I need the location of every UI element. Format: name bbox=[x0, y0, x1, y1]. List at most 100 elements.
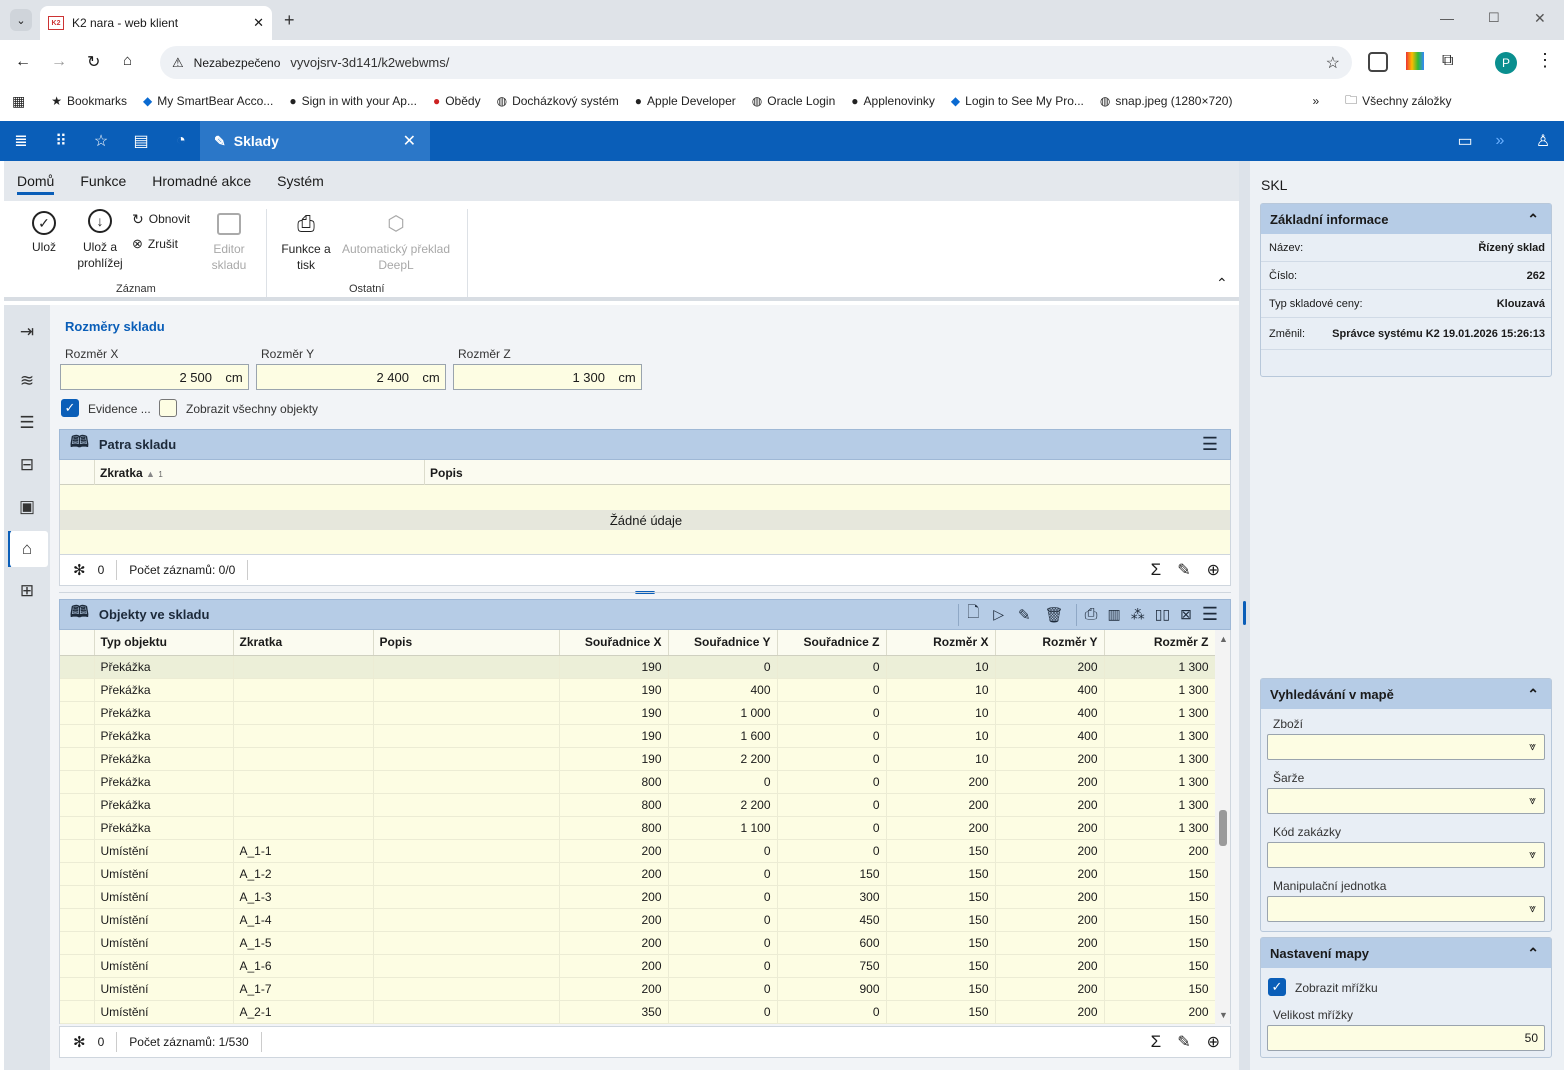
row-indicator[interactable] bbox=[60, 701, 95, 725]
bookmark-item[interactable]: ◆ My SmartBear Acco... bbox=[143, 94, 273, 108]
dropdown-icon[interactable]: ⩔ bbox=[1529, 901, 1536, 916]
apps-icon[interactable]: ⠿ bbox=[51, 131, 71, 151]
new-document-icon[interactable]: 🗋 bbox=[967, 602, 979, 627]
hamburger-icon[interactable]: ☰ bbox=[1202, 604, 1218, 625]
bookmark-item[interactable]: ● Apple Developer bbox=[635, 94, 736, 108]
editor-button[interactable]: Editor skladu bbox=[206, 213, 252, 273]
col-header-code[interactable]: Zkratka ▲ 1 bbox=[100, 466, 163, 480]
row-indicator[interactable] bbox=[60, 724, 95, 748]
calendar-icon[interactable]: ▤ bbox=[131, 131, 151, 151]
row-indicator[interactable] bbox=[60, 747, 95, 771]
col-header[interactable]: Typ objektu bbox=[94, 630, 234, 656]
col-header[interactable]: Rozměr Y bbox=[995, 630, 1105, 656]
table-row[interactable]: Umístění A_1-6 200 0 750 150 200 150 bbox=[60, 954, 1216, 978]
app-tab-sklady[interactable]: ✎ Sklady ✕ bbox=[200, 121, 430, 161]
table-row[interactable]: Překážka 190 0 0 10 200 1 300 bbox=[60, 655, 1216, 679]
edit-icon[interactable]: ✎ bbox=[1177, 1032, 1190, 1052]
archive-icon[interactable]: ⊟ bbox=[16, 454, 38, 476]
batch-field[interactable]: ⩔ bbox=[1267, 788, 1545, 814]
basic-info-header[interactable]: Základní informace ⌃ bbox=[1261, 204, 1551, 234]
table-row[interactable]: Umístění A_2-1 350 0 0 150 200 200 bbox=[60, 1000, 1216, 1024]
col-header[interactable]: Souřadnice X bbox=[559, 630, 669, 656]
table-row[interactable]: Umístění A_1-5 200 0 600 150 200 150 bbox=[60, 931, 1216, 955]
col-header[interactable]: Popis bbox=[373, 630, 560, 656]
col-header[interactable]: Souřadnice Z bbox=[777, 630, 887, 656]
edit-icon[interactable]: ✎ bbox=[1177, 560, 1190, 580]
menu-system[interactable]: Systém bbox=[277, 173, 324, 189]
save-view-button[interactable]: ↓ Ulož a prohlížej bbox=[72, 209, 128, 271]
refresh-button[interactable]: ↻ Obnovit bbox=[132, 211, 190, 227]
dashboard-icon[interactable]: ▣ bbox=[16, 496, 38, 518]
bookmark-item[interactable]: ◍ snap.jpeg (1280×720) bbox=[1100, 94, 1233, 108]
table-row[interactable]: Umístění A_1-2 200 0 150 150 200 150 bbox=[60, 862, 1216, 886]
table-row[interactable]: Překážka 800 1 100 0 200 200 1 300 bbox=[60, 816, 1216, 840]
asterisk-filter-icon[interactable]: ✻ bbox=[73, 561, 86, 579]
forward-icon[interactable]: → bbox=[51, 53, 67, 71]
maximize-icon[interactable]: ☐ bbox=[1488, 10, 1500, 26]
map-search-header[interactable]: Vyhledávání v mapě ⌃ bbox=[1261, 679, 1551, 709]
excel-icon[interactable]: ⊠ bbox=[1180, 606, 1192, 623]
order-code-field[interactable]: ⩔ bbox=[1267, 842, 1545, 868]
table-row[interactable]: Překážka 190 1 600 0 10 400 1 300 bbox=[60, 724, 1216, 748]
scroll-down-icon[interactable]: ▼ bbox=[1219, 1010, 1228, 1020]
table-row[interactable]: Umístění A_1-7 200 0 900 150 200 150 bbox=[60, 977, 1216, 1001]
table-row[interactable]: Překážka 800 0 0 200 200 1 300 bbox=[60, 770, 1216, 794]
splitter-handle[interactable] bbox=[1243, 601, 1246, 625]
login-arrow-icon[interactable]: ⇥ bbox=[16, 321, 38, 343]
tab-search-icon[interactable]: ⌄ bbox=[10, 9, 32, 31]
col-header[interactable]: Zkratka bbox=[233, 630, 374, 656]
row-indicator[interactable] bbox=[60, 908, 95, 932]
table-row[interactable]: Umístění A_1-4 200 0 450 150 200 150 bbox=[60, 908, 1216, 932]
menu-funkce[interactable]: Funkce bbox=[80, 173, 126, 189]
back-icon[interactable]: ← bbox=[15, 53, 31, 71]
database-icon[interactable]: ≋ bbox=[16, 370, 38, 392]
bookmark-item[interactable]: ● Sign in with your Ap... bbox=[289, 94, 417, 108]
chevron-up-icon[interactable]: ⌃ bbox=[1527, 686, 1539, 703]
all-bookmarks[interactable]: 🗀 Všechny záložky bbox=[1345, 91, 1451, 112]
cancel-button[interactable]: ⊗ Zrušit bbox=[132, 236, 178, 252]
row-indicator[interactable] bbox=[60, 954, 95, 978]
goods-field[interactable]: ⩔ bbox=[1267, 734, 1545, 760]
row-indicator[interactable] bbox=[60, 1000, 95, 1024]
row-indicator[interactable] bbox=[60, 770, 95, 794]
print-icon[interactable]: ⎙ bbox=[1085, 606, 1098, 624]
evidence-checkbox[interactable]: ✓ bbox=[61, 399, 79, 417]
sum-icon[interactable]: Σ bbox=[1151, 560, 1162, 580]
vertical-splitter[interactable] bbox=[1239, 161, 1250, 1070]
sum-icon[interactable]: Σ bbox=[1151, 1032, 1162, 1052]
grid-size-field[interactable]: 50 bbox=[1267, 1025, 1545, 1051]
close-window-icon[interactable]: ✕ bbox=[1534, 10, 1546, 27]
new-tab-icon[interactable]: + bbox=[284, 10, 295, 31]
close-tab-icon[interactable]: ✕ bbox=[253, 15, 264, 31]
col-header-desc[interactable]: Popis bbox=[430, 466, 463, 480]
row-indicator[interactable] bbox=[60, 931, 95, 955]
table-row[interactable]: Překážka 190 2 200 0 10 200 1 300 bbox=[60, 747, 1216, 771]
show-all-checkbox[interactable] bbox=[159, 399, 177, 417]
menu-icon[interactable]: ≣ bbox=[11, 131, 31, 151]
more-bookmarks-icon[interactable]: » bbox=[1312, 94, 1319, 108]
dropdown-icon[interactable]: ⩔ bbox=[1529, 847, 1536, 862]
map-icon[interactable]: ⊞ bbox=[16, 580, 38, 602]
bookmark-item[interactable]: ★ Bookmarks bbox=[51, 94, 127, 108]
row-indicator[interactable] bbox=[60, 839, 95, 863]
browser-menu-icon[interactable]: ⋮ bbox=[1536, 50, 1554, 71]
menu-hromadne-akce[interactable]: Hromadné akce bbox=[152, 173, 251, 189]
scroll-thumb[interactable] bbox=[1219, 810, 1227, 846]
favorites-icon[interactable]: ☆ bbox=[91, 131, 111, 151]
user-icon[interactable]: ♙ bbox=[1533, 131, 1553, 151]
save-button[interactable]: ✓ Ulož bbox=[26, 211, 62, 255]
delete-icon[interactable]: 🗑 bbox=[1045, 606, 1064, 624]
bookmark-item[interactable]: ● Obědy bbox=[433, 94, 481, 108]
star-icon[interactable]: ☆ bbox=[1326, 53, 1340, 73]
bookmark-item[interactable]: ◆ Login to See My Pro... bbox=[951, 94, 1084, 108]
hamburger-icon[interactable]: ☰ bbox=[1202, 434, 1218, 455]
col-header[interactable]: Rozměr Z bbox=[1104, 630, 1216, 656]
row-indicator[interactable] bbox=[60, 977, 95, 1001]
table-row[interactable]: Umístění A_1-1 200 0 0 150 200 200 bbox=[60, 839, 1216, 863]
table-row[interactable]: Překážka 190 1 000 0 10 400 1 300 bbox=[60, 701, 1216, 725]
apps-grid-icon[interactable]: ▦ bbox=[12, 93, 25, 110]
table-row[interactable]: Překážka 190 400 0 10 400 1 300 bbox=[60, 678, 1216, 702]
deepl-button[interactable]: ⬡ Automatický překlad DeepL bbox=[338, 211, 454, 273]
security-label[interactable]: Nezabezpečeno bbox=[194, 56, 281, 70]
row-indicator[interactable] bbox=[60, 885, 95, 909]
